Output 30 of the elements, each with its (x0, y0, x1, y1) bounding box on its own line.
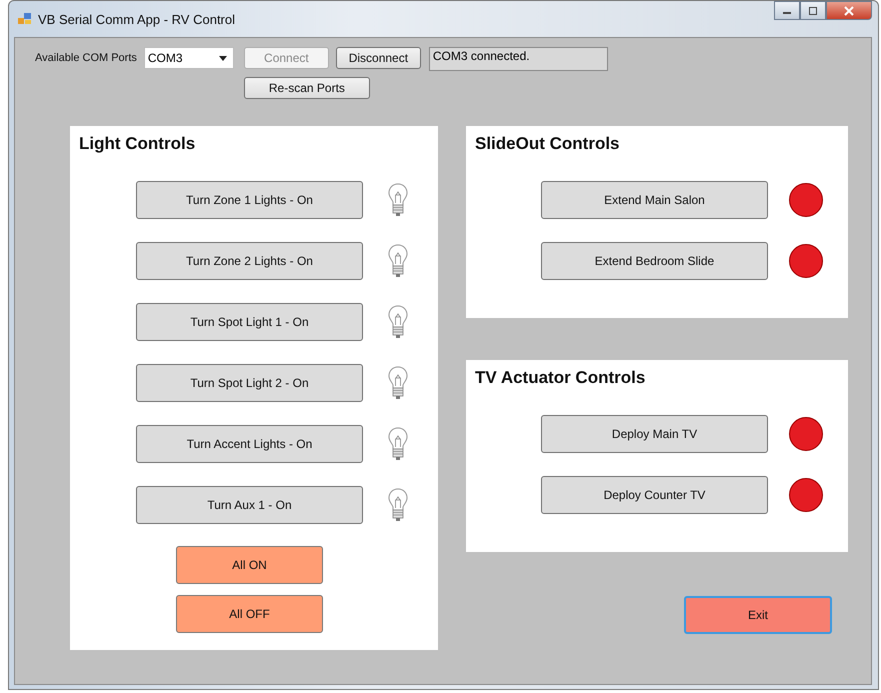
selected-port: COM3 (148, 51, 183, 65)
light-toggle-button[interactable]: Turn Accent Lights - On (136, 425, 363, 463)
slideout-button[interactable]: Extend Main Salon (541, 181, 768, 219)
light-toggle-button[interactable]: Turn Aux 1 - On (136, 486, 363, 524)
panel-title: TV Actuator Controls (474, 367, 646, 389)
com-port-dropdown[interactable]: COM3 (144, 47, 234, 69)
all-on-button[interactable]: All ON (176, 546, 323, 584)
all-off-button[interactable]: All OFF (176, 595, 323, 633)
com-ports-label: Available COM Ports (35, 52, 137, 64)
light-toggle-button[interactable]: Turn Zone 1 Lights - On (136, 181, 363, 219)
panel-title: SlideOut Controls (474, 133, 620, 155)
light-toggle-button[interactable]: Turn Zone 2 Lights - On (136, 242, 363, 280)
disconnect-button[interactable]: Disconnect (336, 47, 421, 69)
status-field: COM3 connected. (428, 47, 608, 71)
dropdown-caret-icon (218, 56, 227, 60)
tv-deploy-button[interactable]: Deploy Counter TV (541, 476, 768, 514)
close-icon (843, 6, 855, 16)
app-icon (18, 13, 32, 25)
light-toggle-button[interactable]: Turn Spot Light 1 - On (136, 303, 363, 341)
rescan-ports-button[interactable]: Re-scan Ports (244, 77, 370, 99)
maximize-icon (808, 6, 818, 14)
panel-title: Light Controls (78, 133, 196, 155)
slideout-button[interactable]: Extend Bedroom Slide (541, 242, 768, 280)
light-toggle-button[interactable]: Turn Spot Light 2 - On (136, 364, 363, 402)
exit-button[interactable]: Exit (684, 596, 832, 634)
maximize-button[interactable] (800, 1, 826, 20)
window-title: VB Serial Comm App - RV Control (38, 12, 235, 26)
close-button[interactable] (826, 1, 872, 20)
minimize-button[interactable] (774, 1, 800, 20)
tv-deploy-button[interactable]: Deploy Main TV (541, 415, 768, 453)
